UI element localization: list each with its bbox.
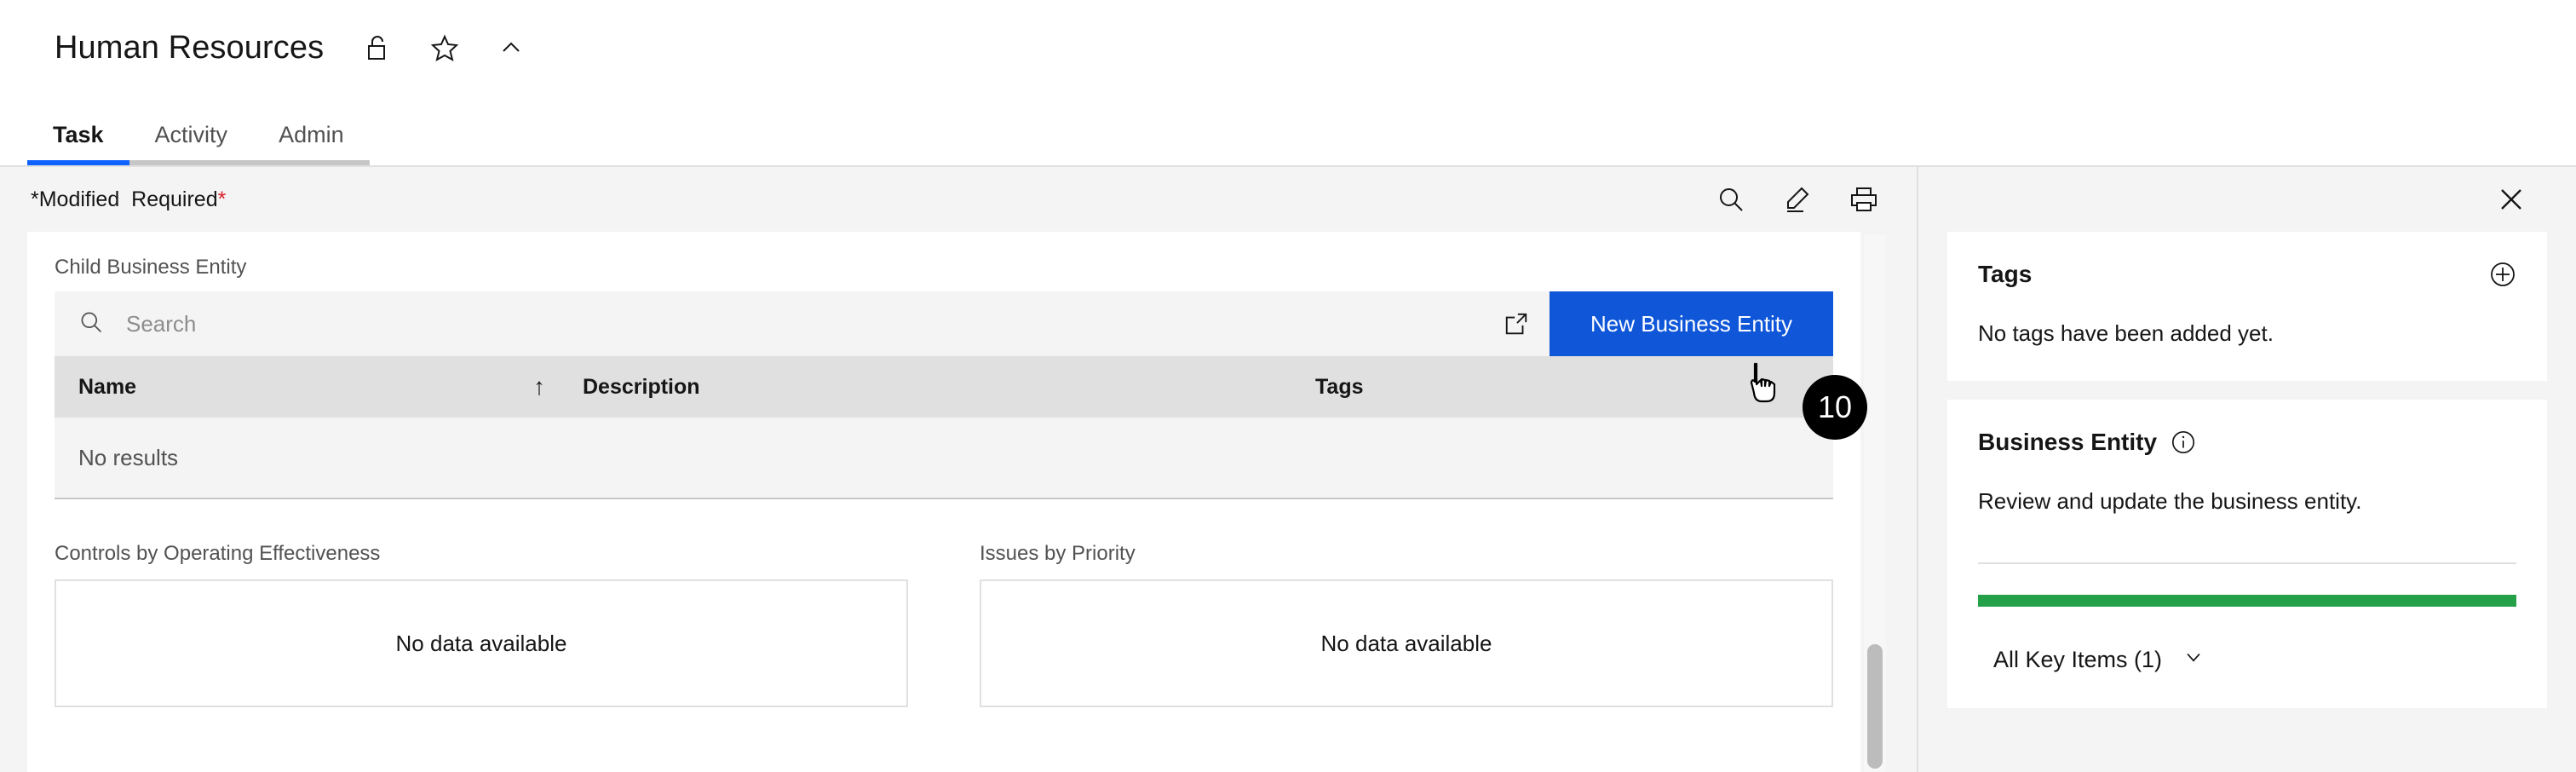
search-icon	[78, 309, 104, 339]
title-icon-group	[361, 31, 528, 65]
progress-bar	[1978, 595, 2516, 607]
search-field-wrapper[interactable]	[55, 291, 1484, 356]
sort-ascending-icon: ↑	[533, 373, 545, 400]
modified-label: Modified	[38, 187, 120, 211]
info-icon[interactable]	[2171, 429, 2196, 455]
tab-task-label: Task	[53, 122, 104, 147]
add-tag-icon[interactable]	[2489, 261, 2516, 288]
business-entity-card-title: Business Entity	[1978, 429, 2158, 455]
right-panel: Tags No tags have been added yet. Busine…	[1917, 165, 2576, 772]
tab-bar: Task Activity Admin	[0, 95, 2576, 165]
required-star: *	[217, 187, 227, 211]
required-label: Required	[131, 187, 218, 211]
chart-empty-state: No data available	[55, 579, 908, 707]
business-entity-card: Business Entity Review and update the bu…	[1947, 400, 2547, 708]
tags-card-header: Tags	[1978, 261, 2516, 288]
open-external-button[interactable]	[1483, 291, 1550, 356]
main-scrollbar[interactable]	[1864, 235, 1886, 772]
chevron-up-icon[interactable]	[494, 31, 528, 65]
card-divider	[1978, 562, 2516, 564]
tab-activity-label: Activity	[154, 122, 228, 147]
chart-title: Controls by Operating Effectiveness	[55, 542, 381, 565]
table-header-name-label: Name	[78, 374, 137, 399]
right-panel-header	[1918, 167, 2576, 232]
all-key-items-label: All Key Items (1)	[1993, 647, 2163, 672]
table-header-name[interactable]: Name ↑	[55, 373, 583, 400]
table-header-row: Name ↑ Description Tags	[55, 356, 1833, 418]
tab-admin[interactable]: Admin	[253, 124, 370, 165]
page-title: Human Resources	[55, 29, 325, 66]
content-card: Child Business Entity Search New Busines…	[27, 232, 1860, 772]
tab-activity[interactable]: Activity	[129, 124, 254, 165]
charts-row: Controls by Operating Effectiveness No d…	[55, 542, 1833, 707]
table-header-tags-label: Tags	[1315, 374, 1364, 399]
table-header-tags[interactable]: Tags	[1315, 375, 1833, 400]
main-pane: *Modified Required* Child Business Entit…	[0, 165, 1917, 772]
search-input[interactable]	[126, 291, 1484, 356]
table-header-description[interactable]: Description	[583, 375, 1315, 400]
section-label: Child Business Entity	[55, 256, 247, 279]
tags-card: Tags No tags have been added yet.	[1947, 232, 2547, 381]
chart-controls-by-operating-effectiveness: Controls by Operating Effectiveness No d…	[55, 542, 908, 707]
unlock-icon[interactable]	[361, 31, 395, 65]
business-entity-card-header: Business Entity	[1978, 429, 2516, 456]
new-business-entity-button[interactable]: New Business Entity	[1550, 291, 1833, 356]
child-business-entity-table: Name ↑ Description Tags No results	[55, 356, 1833, 499]
status-bar: *Modified Required*	[0, 167, 1917, 232]
table-empty-text: No results	[78, 444, 179, 470]
search-icon[interactable]	[1712, 181, 1750, 218]
all-key-items-toggle[interactable]: All Key Items (1)	[1978, 646, 2516, 674]
main-scrollbar-thumb[interactable]	[1867, 644, 1883, 769]
print-icon[interactable]	[1845, 181, 1883, 218]
progress-bar-fill	[1978, 595, 2516, 607]
tab-admin-label: Admin	[279, 122, 344, 147]
modified-required-legend: *Modified Required*	[31, 187, 226, 212]
chart-empty-state: No data available	[980, 579, 1833, 707]
modified-star: *	[31, 187, 39, 211]
chart-issues-by-priority: Issues by Priority No data available	[980, 542, 1833, 707]
table-header-description-label: Description	[583, 374, 700, 399]
chevron-down-icon	[2182, 646, 2205, 674]
business-entity-card-body: Review and update the business entity.	[1978, 488, 2362, 514]
status-actions	[1712, 181, 1883, 218]
app-header: Human Resources	[0, 0, 2576, 95]
close-icon[interactable]	[2491, 179, 2532, 220]
tab-task[interactable]: Task	[27, 124, 129, 165]
table-toolbar: New Business Entity	[55, 291, 1833, 356]
body-split: *Modified Required* Child Business Entit…	[0, 165, 2576, 772]
table-empty-row: No results	[55, 418, 1833, 499]
step-number-badge: 10	[1803, 375, 1867, 440]
right-panel-cards: Tags No tags have been added yet. Busine…	[1918, 232, 2576, 708]
star-icon[interactable]	[428, 31, 462, 65]
chart-title: Issues by Priority	[980, 542, 1136, 565]
tags-card-body: No tags have been added yet.	[1978, 320, 2274, 346]
tags-card-title: Tags	[1978, 261, 2033, 287]
edit-icon[interactable]	[1779, 181, 1816, 218]
